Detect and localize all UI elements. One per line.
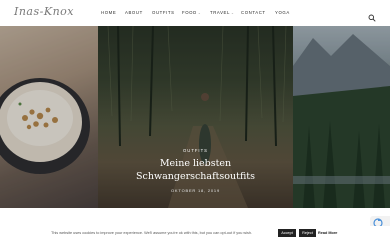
nav-item-label: FOOD xyxy=(182,10,197,15)
nav-item-label: OUTFITS xyxy=(152,10,175,15)
nav-item-label: CONTACT xyxy=(241,10,266,15)
nav-item-label: YOGA xyxy=(275,10,290,15)
search-icon[interactable] xyxy=(368,9,376,22)
post-title[interactable]: Meine liebsten Schwangerschaftsoutfits xyxy=(98,157,293,183)
nav-item-label: HOME xyxy=(101,10,117,15)
post-category[interactable]: OUTFITS xyxy=(98,148,293,153)
slide-landscape-image[interactable] xyxy=(293,26,390,208)
post-title-line: Meine liebsten xyxy=(159,158,232,169)
read-more-link[interactable]: Read More xyxy=(318,231,337,235)
nav-item-label: ABOUT xyxy=(125,10,143,15)
slide-food-image[interactable] xyxy=(0,26,98,208)
post-title-line: Schwangerschaftsoutfits xyxy=(136,171,255,182)
reject-cookies-button[interactable]: Reject xyxy=(299,229,316,237)
nav-item-label: TRAVEL xyxy=(210,10,230,15)
nav-item-contact[interactable]: CONTACT xyxy=(241,10,266,15)
chevron-down-icon: ⌄ xyxy=(197,11,202,15)
slide-dim-overlay xyxy=(293,26,390,208)
accept-cookies-button[interactable]: Accept xyxy=(278,229,296,237)
nav-item-about[interactable]: ABOUT xyxy=(125,10,143,15)
post-date: OKTOBER 18, 2019 xyxy=(171,188,220,193)
chevron-down-icon: ⌄ xyxy=(231,11,235,15)
nav-item-yoga[interactable]: YOGA xyxy=(275,10,290,15)
cookie-banner: This website uses cookies to improve you… xyxy=(0,226,390,240)
nav-item-travel[interactable]: TRAVEL⌄ xyxy=(210,10,235,15)
nav-item-home[interactable]: HOME xyxy=(101,10,116,15)
cookie-message: This website uses cookies to improve you… xyxy=(51,231,253,235)
site-logo[interactable]: Inas-Knox xyxy=(14,5,74,18)
site-header: Inas-Knox HOME ABOUT OUTFITS FOOD⌄ TRAVE… xyxy=(0,0,390,26)
nav-item-food[interactable]: FOOD⌄ xyxy=(182,10,201,15)
slide-dim-overlay xyxy=(0,26,98,208)
nav-item-outfits[interactable]: OUTFITS xyxy=(152,10,175,15)
